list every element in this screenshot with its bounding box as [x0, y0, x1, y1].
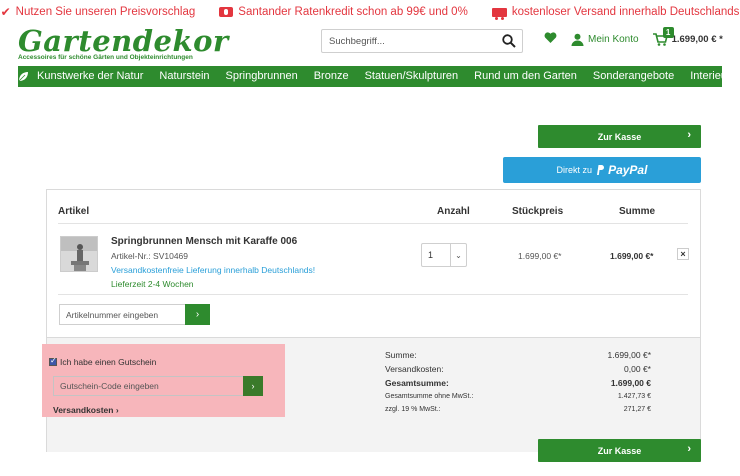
- item-divider: [58, 294, 688, 295]
- total-value: 271,27 €: [623, 406, 651, 413]
- unit-price: 1.699,00 €*: [518, 251, 562, 261]
- total-label: Gesamtsumme:: [385, 378, 449, 388]
- voucher-section: Ich habe einen Gutschein › Versandkosten…: [42, 344, 285, 417]
- promo-item-shipping[interactable]: kostenloser Versand innerhalb Deutschlan…: [491, 6, 740, 20]
- remove-item-button[interactable]: ×: [677, 248, 689, 260]
- chevron-right-icon: ›: [195, 309, 200, 320]
- column-header-unit-price: Stückpreis: [512, 206, 564, 217]
- product-thumbnail[interactable]: [60, 236, 98, 272]
- paypal-prefix: Direkt zu: [556, 165, 593, 175]
- promo-text: kostenloser Versand innerhalb Deutschlan…: [511, 6, 740, 18]
- total-row-shipping: Versandkosten: 0,00 €*: [385, 364, 651, 374]
- nav-item-statuen[interactable]: Statuen/Skulpturen: [357, 66, 467, 87]
- truck-icon: [491, 7, 507, 20]
- total-label: zzgl. 19 % MwSt.:: [385, 406, 441, 413]
- main-navigation: Kunstwerke der Natur Naturstein Springbr…: [18, 66, 731, 87]
- nav-item-naturstein[interactable]: Naturstein: [151, 66, 217, 87]
- chevron-right-icon: ›: [251, 381, 255, 391]
- logo-title: Gartendekor: [18, 24, 229, 58]
- paypal-button[interactable]: Direkt zu PayPal: [503, 157, 701, 183]
- promo-bar: ✔ Nutzen Sie unseren Preisvorschlag Sant…: [0, 0, 740, 24]
- nav-item-bronze[interactable]: Bronze: [306, 66, 357, 87]
- product-shipping-info: Versandkostenfreie Lieferung innerhalb D…: [111, 265, 316, 275]
- total-value: 0,00 €*: [624, 364, 651, 374]
- cart-total: 1.699,00 € *: [671, 34, 723, 45]
- total-row-net: Gesamtsumme ohne MwSt.: 1.427,73 €: [385, 393, 651, 400]
- product-delivery-time: Lieferzeit 2-4 Wochen: [111, 279, 194, 289]
- checkbox-checked-icon: [49, 356, 57, 366]
- logo-subtitle: Accessoires für schöne Gärten und Objekt…: [18, 54, 193, 61]
- fountain-image: [61, 237, 97, 271]
- quantity-value: 1: [428, 250, 434, 260]
- cart-button[interactable]: 1 1.699,00 € *: [652, 27, 723, 46]
- leaf-icon: [18, 72, 28, 82]
- quantity-select[interactable]: 1 ⌄: [421, 243, 467, 267]
- checkout-label: Zur Kasse: [597, 131, 642, 142]
- cart-summary-area: Ich habe einen Gutschein › Versandkosten…: [42, 337, 700, 452]
- promo-item-financing[interactable]: Santander Ratenkredit schon ab 99€ und 0…: [219, 6, 468, 18]
- checkout-button-bottom[interactable]: Zur Kasse ›: [538, 439, 701, 462]
- home-leaf-icon[interactable]: [18, 66, 29, 87]
- total-row-vat: zzgl. 19 % MwSt.: 271,27 €: [385, 406, 651, 413]
- check-icon: ✔: [0, 5, 11, 19]
- paypal-icon: [597, 165, 605, 175]
- total-value: 1.699,00 €: [610, 378, 651, 388]
- voucher-checkbox-label: Ich habe einen Gutschein: [60, 357, 157, 367]
- cart-panel: Artikel Anzahl Stückpreis Summe Springbr…: [42, 189, 701, 452]
- checkout-label: Zur Kasse: [597, 445, 642, 456]
- chevron-right-icon: ›: [687, 443, 691, 455]
- total-value: 1.699,00 €*: [607, 350, 651, 360]
- search-box: [321, 29, 523, 53]
- cart-count-badge: 1: [662, 27, 674, 38]
- nav-item-interieur[interactable]: Interieur: [682, 66, 738, 87]
- search-button[interactable]: [496, 30, 522, 52]
- header-divider: [58, 223, 688, 224]
- add-article-button[interactable]: ›: [185, 304, 210, 325]
- article-number-input[interactable]: [59, 304, 185, 325]
- account-label: Mein Konto: [588, 34, 639, 45]
- voucher-checkbox[interactable]: Ich habe einen Gutschein: [49, 356, 157, 367]
- promo-text: Nutzen Sie unseren Preisvorschlag: [15, 6, 196, 18]
- column-header-sum: Summe: [619, 206, 656, 217]
- chevron-down-icon: ⌄: [450, 244, 466, 266]
- total-row-grand-total: Gesamtsumme: 1.699,00 €: [385, 378, 651, 388]
- voucher-code-input[interactable]: [53, 376, 243, 396]
- nav-item-springbrunnen[interactable]: Springbrunnen: [218, 66, 306, 87]
- account-button[interactable]: Mein Konto: [571, 33, 639, 46]
- flag-icon: [219, 7, 234, 17]
- header-actions: Mein Konto 1 1.699,00 € *: [544, 27, 723, 47]
- site-header: Gartendekor Accessoires für schöne Gärte…: [0, 24, 740, 66]
- search-icon: [502, 34, 516, 48]
- nav-item-garten[interactable]: Rund um den Garten: [466, 66, 585, 87]
- total-row-sum: Summe: 1.699,00 €*: [385, 350, 651, 360]
- total-label: Gesamtsumme ohne MwSt.:: [385, 393, 474, 400]
- nav-item-kunstwerke[interactable]: Kunstwerke der Natur: [29, 66, 151, 87]
- logo[interactable]: Gartendekor Accessoires für schöne Gärte…: [18, 24, 229, 61]
- paypal-logo: PayPal: [608, 163, 648, 177]
- product-name[interactable]: Springbrunnen Mensch mit Karaffe 006: [111, 236, 297, 247]
- checkout-button-top[interactable]: Zur Kasse ›: [538, 125, 701, 148]
- line-total: 1.699,00 €*: [610, 251, 654, 261]
- search-input[interactable]: [322, 30, 496, 52]
- voucher-submit-button[interactable]: ›: [243, 376, 263, 396]
- product-sku: Artikel-Nr.: SV10469: [111, 251, 189, 261]
- promo-text: Santander Ratenkredit schon ab 99€ und 0…: [238, 6, 468, 18]
- total-label: Versandkosten:: [385, 364, 444, 374]
- chevron-right-icon: ›: [687, 129, 691, 141]
- user-icon: [571, 33, 584, 46]
- heart-icon: [544, 32, 557, 43]
- promo-item-price-offer[interactable]: ✔ Nutzen Sie unseren Preisvorschlag: [1, 5, 196, 19]
- column-header-article: Artikel: [58, 206, 90, 217]
- shipping-costs-link[interactable]: Versandkosten ›: [53, 405, 119, 415]
- wishlist-button[interactable]: [544, 32, 557, 47]
- column-header-quantity: Anzahl: [437, 206, 470, 217]
- total-value: 1.427,73 €: [617, 393, 651, 400]
- total-label: Summe:: [385, 350, 417, 360]
- nav-item-sonderangebote[interactable]: Sonderangebote: [585, 66, 682, 87]
